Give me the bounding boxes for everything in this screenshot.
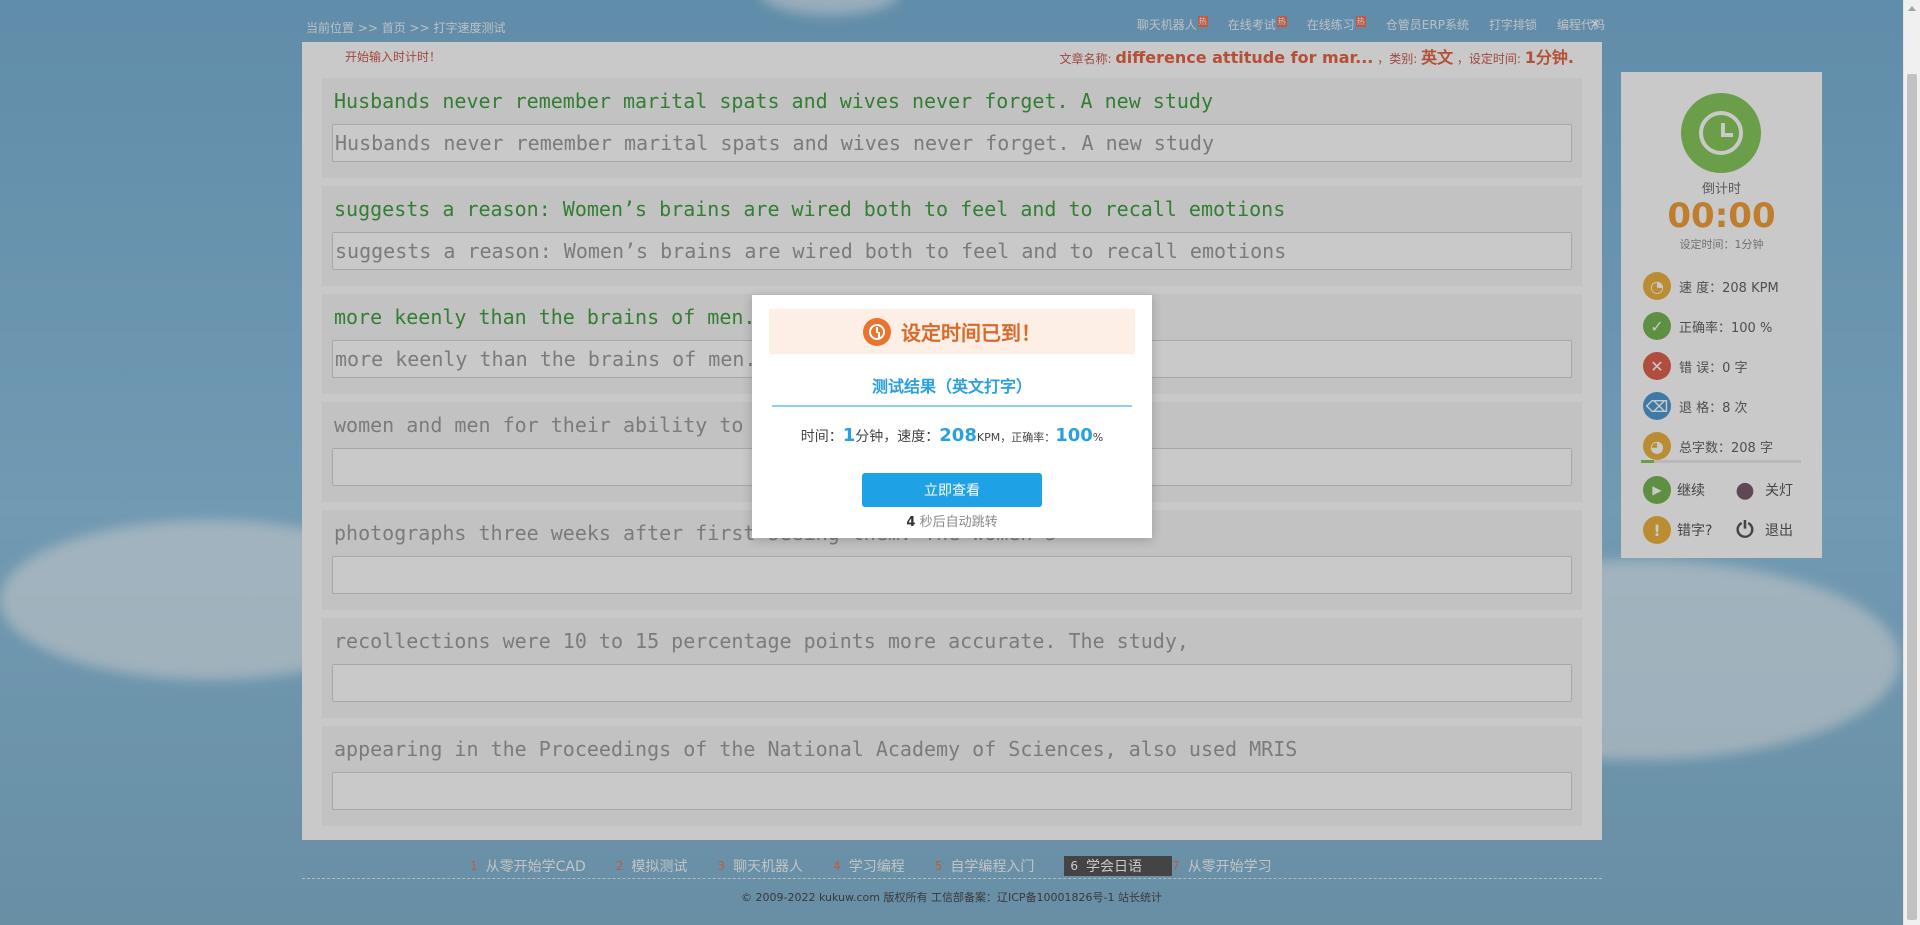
result-modal: 设定时间已到！ 测试结果（英文打字） 时间：1分钟，速度：208KPM，正确率：…	[752, 295, 1152, 538]
view-now-button[interactable]: 立即查看	[862, 473, 1042, 507]
modal-subtitle: 测试结果（英文打字）	[772, 373, 1132, 407]
result-speed: 208	[939, 425, 977, 446]
result-accuracy: 100	[1055, 425, 1093, 446]
result-summary: 时间：1分钟，速度：208KPM，正确率：100%	[800, 425, 1104, 446]
modal-title: 设定时间已到！	[901, 321, 1041, 345]
page-scrollbar[interactable]	[1903, 0, 1920, 925]
alarm-clock-icon	[863, 317, 891, 346]
modal-header: 设定时间已到！	[769, 309, 1135, 354]
redirect-notice: 4 秒后自动跳转	[906, 515, 998, 530]
scroll-up-icon[interactable]	[1908, 6, 1916, 11]
result-time: 1	[842, 425, 856, 446]
scrollbar-thumb[interactable]	[1907, 74, 1917, 920]
